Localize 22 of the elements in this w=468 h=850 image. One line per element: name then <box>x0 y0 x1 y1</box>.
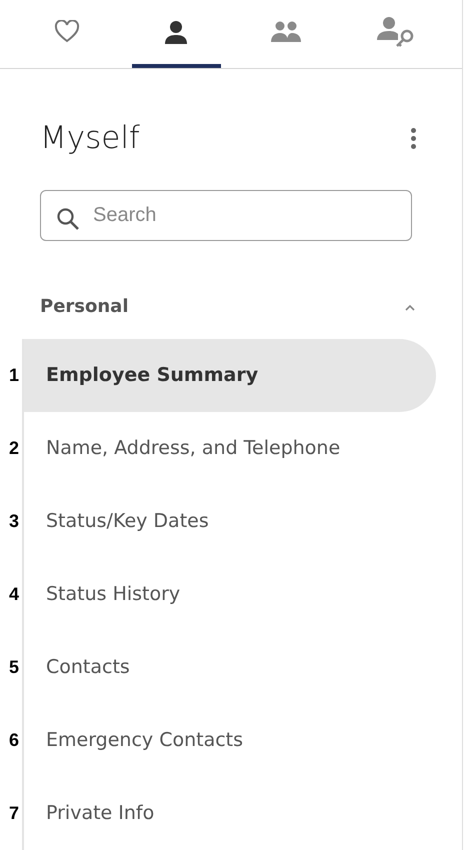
nav-item[interactable]: Status/Key Dates <box>22 485 436 558</box>
nav-item[interactable]: Employee Summary <box>22 339 436 412</box>
more-options-icon[interactable] <box>411 128 416 149</box>
step-number: 4 <box>8 583 20 606</box>
step-number: 3 <box>8 510 20 533</box>
step-number: 7 <box>8 802 20 825</box>
nav-item[interactable]: Emergency Contacts <box>22 704 436 777</box>
step-number: 5 <box>8 656 20 679</box>
step-number: 2 <box>8 437 20 460</box>
section-header[interactable]: Personal <box>40 293 416 320</box>
person-key-icon <box>375 15 416 50</box>
nav-item[interactable]: Name, Address, and Telephone <box>22 412 436 485</box>
step-number: 1 <box>8 364 20 387</box>
page-title: Myself <box>40 119 140 158</box>
people-icon <box>268 20 303 44</box>
heart-icon <box>54 20 80 44</box>
search-field[interactable]: Search <box>40 190 412 241</box>
search-icon <box>56 206 80 231</box>
nav-item[interactable]: Contacts <box>22 631 436 704</box>
nav-item[interactable]: Status History <box>22 558 436 631</box>
step-number: 6 <box>8 729 20 752</box>
nav-item[interactable]: Private Info <box>22 777 436 850</box>
